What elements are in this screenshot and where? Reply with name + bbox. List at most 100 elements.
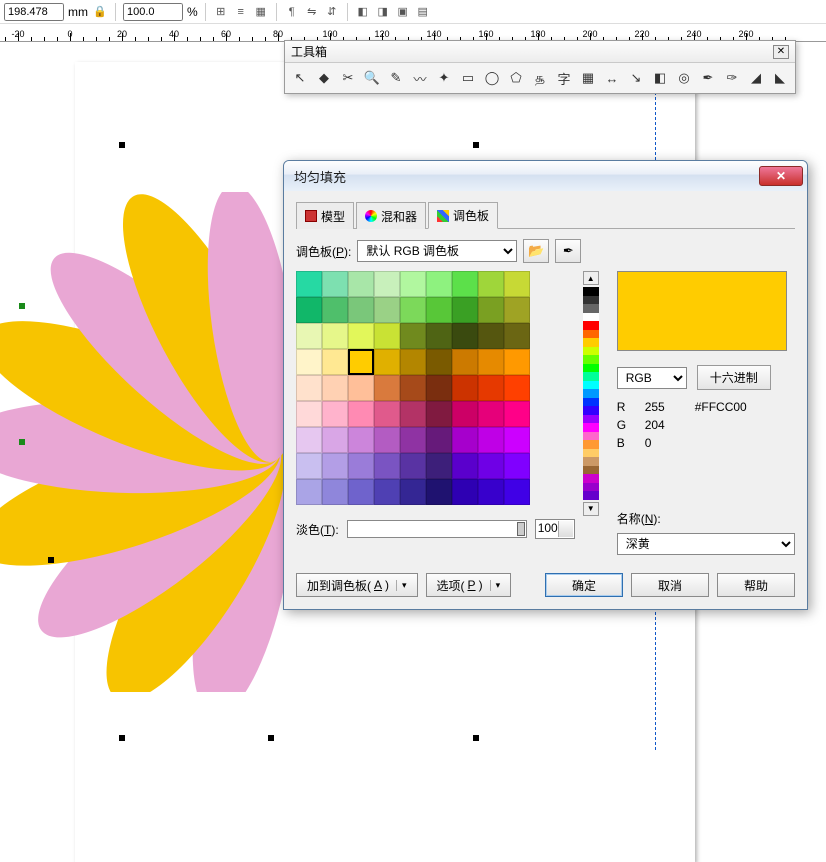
swatch[interactable] [348,375,374,401]
strip-color[interactable] [583,423,599,432]
strip-color[interactable] [583,338,599,347]
tab-mixer[interactable]: 混和器 [356,202,426,229]
tool-zoom[interactable]: 🔍 [361,67,383,89]
zoom-input[interactable] [123,3,183,21]
strip-color[interactable] [583,466,599,475]
swatch[interactable] [348,427,374,453]
swatch[interactable] [452,453,478,479]
swatch[interactable] [322,271,348,297]
sel-handle[interactable] [119,735,125,741]
swatch[interactable] [478,479,504,505]
swatch[interactable] [322,479,348,505]
swatch[interactable] [478,297,504,323]
align-icon[interactable]: ≡ [233,4,249,20]
swatch[interactable] [296,401,322,427]
swatch[interactable] [504,479,530,505]
para-icon[interactable]: ¶ [284,4,300,20]
swatch[interactable] [400,271,426,297]
strip-color[interactable] [583,440,599,449]
tool-connector[interactable]: ↘ [625,67,647,89]
swatch[interactable] [374,323,400,349]
dialog-titlebar[interactable]: 均匀填充 ✕ [284,161,807,191]
sel-handle[interactable] [19,303,25,309]
tool-freehand[interactable]: ✎ [385,67,407,89]
swatch[interactable] [400,479,426,505]
swatch[interactable] [374,453,400,479]
swatch[interactable] [452,375,478,401]
swatch[interactable] [322,401,348,427]
swatch[interactable] [426,349,452,375]
tab-model[interactable]: 模型 [296,202,354,229]
swatch[interactable] [478,401,504,427]
toolbox-panel[interactable]: 工具箱 ✕ ↖◆✂🔍✎〰✦▭◯⬠௲字▦↔↘◧◎✒✑◢◣ [284,40,796,94]
swatch[interactable] [322,297,348,323]
swatch[interactable] [504,375,530,401]
strip-color[interactable] [583,355,599,364]
strip-color[interactable] [583,415,599,424]
tool-bezier[interactable]: 〰 [409,67,431,89]
strip-color[interactable] [583,449,599,458]
add-to-palette-button[interactable]: 加到调色板(A) [296,573,418,597]
tool-media[interactable]: ✦ [433,67,455,89]
strip-color[interactable] [583,372,599,381]
tool-fill[interactable]: ◢ [745,67,767,89]
strip-up-button[interactable]: ▲ [583,271,599,285]
tool-table[interactable]: ▦ [577,67,599,89]
toolbox-titlebar[interactable]: 工具箱 ✕ [285,41,795,63]
swatch[interactable] [296,479,322,505]
swatch[interactable] [322,349,348,375]
swatch[interactable] [400,453,426,479]
strip-color[interactable] [583,347,599,356]
grid-icon[interactable]: ▦ [253,4,269,20]
tool-ellipse[interactable]: ◯ [481,67,503,89]
tool-contour[interactable]: ◎ [673,67,695,89]
swatch[interactable] [348,453,374,479]
misc1-icon[interactable]: ◧ [355,4,371,20]
strip-color[interactable] [583,432,599,441]
swatch[interactable] [478,453,504,479]
swatch[interactable] [504,427,530,453]
options-button[interactable]: 选项(P) [426,573,512,597]
swatch[interactable] [374,479,400,505]
swatch[interactable] [478,271,504,297]
strip-color[interactable] [583,491,599,500]
swatch[interactable] [296,349,322,375]
flip-v-icon[interactable]: ⇵ [324,4,340,20]
strip-color[interactable] [583,296,599,305]
swatch[interactable] [348,323,374,349]
swatch[interactable] [504,401,530,427]
strip-down-button[interactable]: ▼ [583,502,599,516]
swatch[interactable] [374,427,400,453]
swatch[interactable] [452,271,478,297]
uniform-fill-dialog[interactable]: 均匀填充 ✕ 模型 混和器 调色板 调色板(P): 默认 RGB 调色板 📂 ✒… [283,160,808,610]
swatch[interactable] [478,375,504,401]
swatch[interactable] [452,401,478,427]
tool-rect[interactable]: ▭ [457,67,479,89]
swatch[interactable] [400,427,426,453]
color-strip[interactable] [583,287,599,500]
lock-icon[interactable]: 🔒 [92,4,108,20]
swatch[interactable] [296,271,322,297]
tool-text[interactable]: 字 [553,67,575,89]
coord-input[interactable] [4,3,64,21]
swatch[interactable] [400,401,426,427]
swatch[interactable] [400,323,426,349]
swatch[interactable] [452,297,478,323]
hex-button[interactable]: 十六进制 [697,365,771,390]
swatch[interactable] [426,271,452,297]
strip-color[interactable] [583,381,599,390]
strip-color[interactable] [583,483,599,492]
strip-color[interactable] [583,406,599,415]
tool-spiral[interactable]: ௲ [529,67,551,89]
swatch[interactable] [348,349,374,375]
strip-color[interactable] [583,330,599,339]
swatch[interactable] [478,349,504,375]
ok-button[interactable]: 确定 [545,573,623,597]
sel-handle[interactable] [473,142,479,148]
swatch[interactable] [426,375,452,401]
tool-polygon[interactable]: ⬠ [505,67,527,89]
swatch[interactable] [348,297,374,323]
tool-crop[interactable]: ✂ [337,67,359,89]
strip-color[interactable] [583,313,599,322]
swatch[interactable] [452,323,478,349]
